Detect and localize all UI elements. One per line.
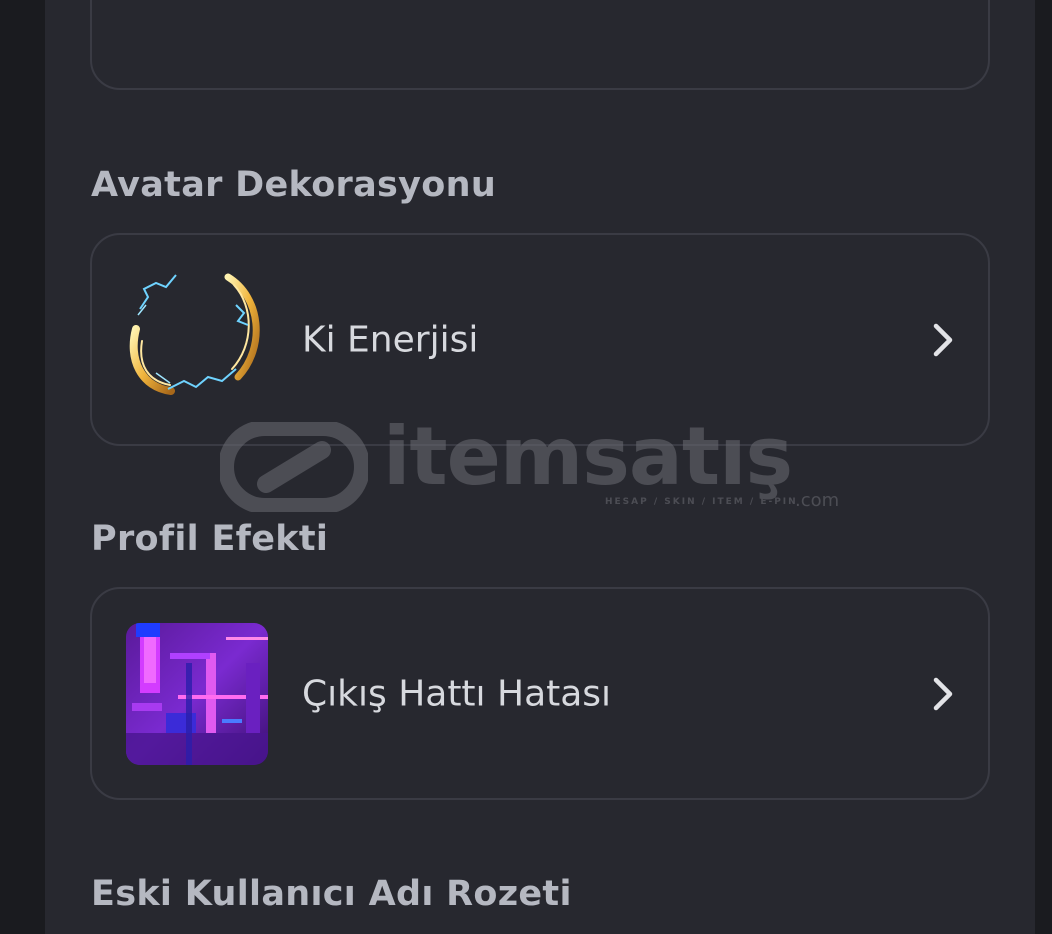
chevron-right-icon: [933, 677, 953, 710]
profile-effect-item[interactable]: Çıkış Hattı Hatası: [90, 587, 990, 800]
previous-card: [90, 0, 990, 90]
glitch-effect-thumbnail-icon: [126, 622, 268, 765]
avatar-decoration-item[interactable]: Ki Enerjisi: [90, 233, 990, 446]
ki-energy-aura-icon: [129, 273, 260, 395]
profile-effect-title: Profil Efekti: [91, 519, 329, 559]
chevron-right-icon: [933, 323, 953, 356]
profile-effect-label: Çıkış Hattı Hatası: [302, 673, 612, 714]
avatar-decoration-title: Avatar Dekorasyonu: [91, 165, 497, 205]
avatar-decoration-label: Ki Enerjisi: [302, 319, 479, 360]
legacy-username-badge-title: Eski Kullanıcı Adı Rozeti: [91, 874, 572, 914]
